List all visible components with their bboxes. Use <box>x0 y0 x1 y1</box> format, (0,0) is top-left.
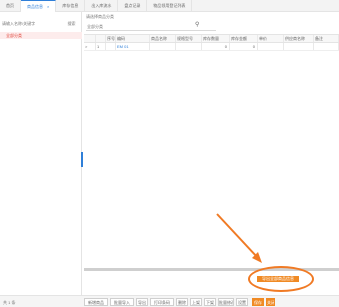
close-button[interactable]: 关闭 <box>266 298 275 306</box>
record-count: 共 1 条 <box>3 300 16 305</box>
export-all-button[interactable]: 导出全部商品信息 <box>257 276 299 282</box>
annotation-arrow <box>216 213 262 263</box>
save-button[interactable]: 保存 <box>252 298 264 306</box>
delete-button[interactable]: 删除 <box>176 298 188 306</box>
add-product-button[interactable]: 新增商品 <box>84 298 108 306</box>
list-button[interactable]: 上架 <box>190 298 202 306</box>
export-button[interactable]: 导出 <box>136 298 148 306</box>
unlist-button[interactable]: 下架 <box>204 298 216 306</box>
batch-edit-button[interactable]: 批量修改 <box>218 298 234 306</box>
print-barcode-button[interactable]: 打印条码 <box>150 298 174 306</box>
bottom-toolbar: 共 1 条 新增商品 批量导入 导出 打印条码 删除 上架 下架 批量修改 设置… <box>0 295 339 307</box>
settings-button[interactable]: 设置 <box>236 298 248 306</box>
batch-import-button[interactable]: 批量导入 <box>110 298 134 306</box>
